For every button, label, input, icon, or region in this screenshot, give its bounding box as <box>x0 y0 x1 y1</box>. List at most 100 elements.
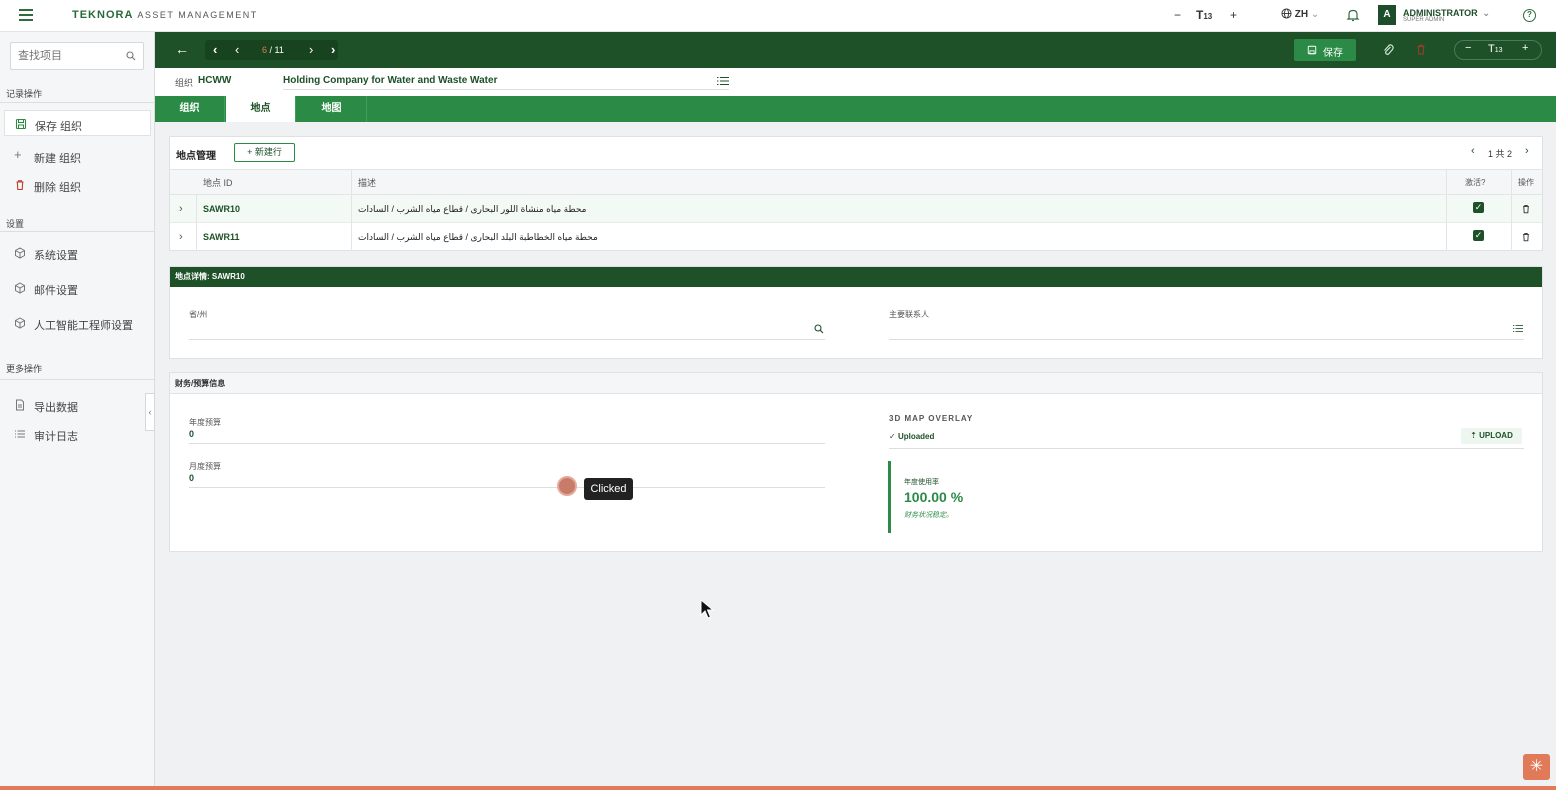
tab-map[interactable]: 地图 <box>297 96 367 122</box>
monthly-budget-field[interactable] <box>189 487 825 488</box>
finance-title: 财务/预算信息 <box>170 373 1542 394</box>
save-button[interactable]: 保存 <box>1294 39 1356 61</box>
click-tooltip: Clicked <box>584 478 633 500</box>
language-selector[interactable]: ZH ⌄ <box>1281 8 1319 20</box>
search-icon[interactable] <box>814 324 824 334</box>
sidebar-item-new[interactable]: + 新建 组织 <box>4 143 151 169</box>
font-increase-button[interactable]: + <box>1230 8 1237 22</box>
sidebar-item-ai-settings[interactable]: 人工智能工程师设置 <box>4 310 151 336</box>
active-checkbox[interactable]: ✓ <box>1473 230 1484 241</box>
menu-icon[interactable] <box>19 9 33 21</box>
org-header: 组织 HCWW Holding Company for Water and Wa… <box>155 68 1556 96</box>
column-header: 操作 <box>1518 178 1534 187</box>
font-decrease-button[interactable]: − <box>1174 8 1181 22</box>
tab-locations[interactable]: 地点 <box>226 96 296 122</box>
bell-icon[interactable] <box>1346 8 1360 22</box>
cube-icon <box>15 317 25 329</box>
utilization-card: 年度使用率 100.00 % 财务状况稳定。 <box>888 461 1038 533</box>
divider <box>1446 223 1447 251</box>
trash-icon[interactable] <box>1521 204 1531 214</box>
font-decrease-button[interactable]: − <box>1465 42 1471 54</box>
sidebar-item-delete[interactable]: 删除 组织 <box>4 172 151 198</box>
chevron-down-icon: ⌄ <box>1482 8 1491 19</box>
sidebar-item-label: 新建 组织 <box>34 153 82 165</box>
contact-field[interactable] <box>889 339 1524 340</box>
divider <box>1511 195 1512 222</box>
sidebar-item-label: 保存 组织 <box>35 121 83 133</box>
help-icon[interactable]: ? <box>1523 9 1536 22</box>
sidebar-item-label: 导出数据 <box>34 402 78 414</box>
list-icon[interactable] <box>717 76 729 86</box>
trash-icon[interactable] <box>1521 232 1531 242</box>
divider <box>1446 195 1447 222</box>
mouse-cursor-icon <box>700 599 714 619</box>
app-logo: TEKNORA ASSET MANAGEMENT <box>72 9 258 21</box>
utilization-note: 财务状况稳定。 <box>904 512 953 519</box>
location-id[interactable]: SAWR10 <box>203 195 240 222</box>
back-arrow-icon[interactable]: ← <box>175 41 189 57</box>
location-id[interactable]: SAWR11 <box>203 223 240 251</box>
annual-budget-value[interactable]: 0 <box>189 429 194 439</box>
sidebar-collapse-button[interactable]: ‹ <box>145 393 155 431</box>
top-bar: TEKNORA ASSET MANAGEMENT − T13 + ZH ⌄ A A… <box>0 0 1556 32</box>
search-input[interactable] <box>11 43 119 69</box>
divider <box>889 448 1524 449</box>
location-description: محطة مياه منشاة اللور البحارى / قطاع ميا… <box>358 204 587 214</box>
trash-icon[interactable] <box>1415 43 1427 56</box>
tab-bar: 组织 地点 地图 <box>155 96 1556 122</box>
overlay-label: 3D MAP OVERLAY <box>889 414 974 423</box>
org-code[interactable]: HCWW <box>198 75 231 86</box>
section-record-actions: 记录操作 <box>6 89 43 99</box>
upload-icon: ⇡ <box>1470 431 1477 440</box>
divider <box>0 102 155 103</box>
expand-chevron-icon[interactable]: › <box>179 195 183 222</box>
sidebar-item-system-settings[interactable]: 系统设置 <box>4 240 151 266</box>
sidebar-item-audit-log[interactable]: 审计日志 <box>4 421 151 447</box>
paperclip-icon[interactable] <box>1382 43 1394 57</box>
next-page-icon[interactable]: › <box>1525 145 1529 157</box>
trash-icon <box>16 180 24 191</box>
expand-chevron-icon[interactable]: › <box>179 223 183 251</box>
sidebar-item-save[interactable]: 保存 组织 <box>4 110 151 136</box>
divider <box>351 170 352 194</box>
list-icon <box>15 430 25 438</box>
sidebar-item-email-settings[interactable]: 邮件设置 <box>4 275 151 301</box>
divider <box>351 195 352 222</box>
annual-budget-field[interactable] <box>189 443 825 444</box>
user-role: SUPER ADMIN <box>1403 17 1445 23</box>
font-size-indicator: T13 <box>1196 8 1213 22</box>
cube-icon <box>15 247 25 259</box>
prev-record-icon[interactable]: ‹ <box>235 42 239 57</box>
divider <box>0 231 155 232</box>
avatar: A <box>1378 5 1396 25</box>
divider <box>1446 170 1447 194</box>
table-row[interactable]: › SAWR11 محطة مياه الخطاطبة البلد البحار… <box>170 223 1542 251</box>
locations-title: 地点管理 <box>176 151 216 162</box>
table-row[interactable]: › SAWR10 محطة مياه منشاة اللور البحارى /… <box>170 195 1542 223</box>
locations-panel: 地点管理 + 新建行 ‹ 1 共 2 › 地点 ID 描述 激活? 操作 › S… <box>169 136 1543 251</box>
first-record-icon[interactable]: ‹ <box>213 42 217 57</box>
font-size-indicator: T13 <box>1488 43 1503 55</box>
last-record-icon[interactable]: › <box>331 42 335 57</box>
sidebar-item-export[interactable]: 导出数据 <box>4 392 151 418</box>
chevron-down-icon: ⌄ <box>1310 9 1320 20</box>
search-icon[interactable] <box>126 51 136 61</box>
new-row-button[interactable]: + 新建行 <box>234 143 295 162</box>
province-field[interactable] <box>189 339 825 340</box>
prev-page-icon[interactable]: ‹ <box>1471 145 1475 157</box>
location-detail-panel: 地点详情: SAWR10 省/州 主要联系人 <box>169 266 1543 359</box>
pagination-label: 1 共 2 <box>1488 149 1513 159</box>
sparkle-icon[interactable]: ✳ <box>1523 754 1550 780</box>
tab-organization[interactable]: 组织 <box>155 96 225 122</box>
monthly-budget-value[interactable]: 0 <box>189 473 194 483</box>
table-header: 地点 ID 描述 激活? 操作 <box>170 169 1542 195</box>
next-record-icon[interactable]: › <box>309 42 313 57</box>
active-checkbox[interactable]: ✓ <box>1473 202 1484 213</box>
list-icon[interactable] <box>1513 324 1523 333</box>
utilization-value: 100.00 % <box>904 489 964 505</box>
upload-button[interactable]: ⇡ UPLOAD <box>1461 428 1522 444</box>
save-icon <box>1307 45 1317 55</box>
font-increase-button[interactable]: + <box>1522 42 1528 54</box>
org-name-field[interactable]: Holding Company for Water and Waste Wate… <box>283 75 729 90</box>
sidebar-item-label: 删除 组织 <box>34 182 82 194</box>
